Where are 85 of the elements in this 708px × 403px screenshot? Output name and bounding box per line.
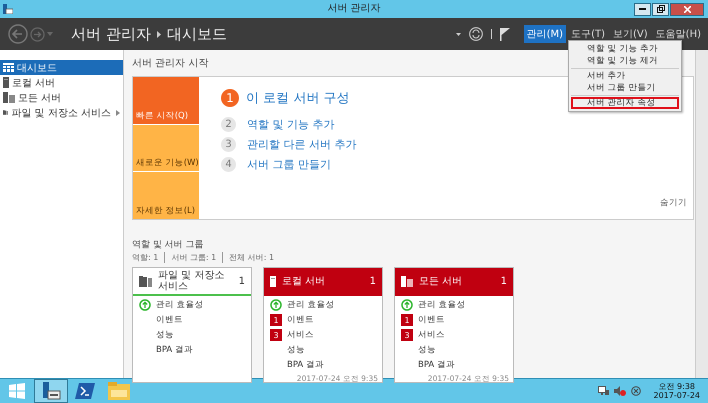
clock-date[interactable]: 2017-07-24: [654, 391, 700, 400]
step-link[interactable]: 관리할 다른 서버 추가: [247, 137, 356, 152]
quick-start-tab[interactable]: 새로운 기능(W): [133, 124, 199, 172]
breadcrumb-separator-icon: [156, 30, 161, 38]
count-badge: 3: [270, 329, 282, 341]
step-number: 1: [221, 89, 239, 107]
menu-item[interactable]: 역할 및 기능 제거: [571, 55, 679, 67]
quick-start-tab[interactable]: 자세한 정보(L): [133, 172, 199, 220]
step-link[interactable]: 역할 및 기능 추가: [247, 117, 334, 132]
restore-icon: [656, 5, 664, 13]
breadcrumb-page: 대시보드: [166, 24, 227, 44]
status-row[interactable]: 이벤트: [418, 314, 445, 326]
sidebar-item[interactable]: 모든 서버: [0, 90, 123, 105]
step-number: 2: [221, 117, 236, 132]
dropdown-arrow-icon[interactable]: [456, 32, 461, 36]
card-header[interactable]: 파일 및 저장소 서비스 1: [133, 268, 251, 296]
status-row[interactable]: BPA 결과: [287, 359, 324, 371]
status-row[interactable]: BPA 결과: [156, 344, 193, 356]
network-icon[interactable]: [598, 386, 608, 396]
count-badge: 3: [401, 329, 413, 341]
menu-item[interactable]: 도움말(H): [652, 25, 704, 43]
servers-icon: [3, 92, 15, 103]
status-row[interactable]: 서비스: [418, 329, 445, 341]
card-header[interactable]: 모든 서버 1: [395, 268, 513, 296]
summary-count: 서버 그룹: 1: [164, 252, 222, 263]
sidebar-item[interactable]: 로컬 서버: [0, 75, 123, 90]
status-row[interactable]: 이벤트: [287, 314, 314, 326]
status-row[interactable]: 관리 효율성: [156, 299, 204, 311]
app-icon: [3, 4, 13, 14]
section-heading: 서버 관리자 시작: [132, 57, 208, 70]
grid-icon: [3, 63, 14, 72]
hide-link[interactable]: 숨기기: [660, 197, 687, 209]
menu-item[interactable]: 보기(V): [610, 25, 651, 43]
window-title: 서버 관리자: [327, 2, 381, 16]
status-row[interactable]: 성능: [156, 329, 174, 341]
close-button[interactable]: [670, 2, 704, 16]
up-arrow-icon: [139, 299, 151, 311]
status-row[interactable]: 서비스: [287, 329, 314, 341]
speaker-muted-icon[interactable]: [614, 386, 626, 396]
minimize-icon: [639, 8, 646, 10]
step-number: 3: [221, 137, 236, 152]
menu-item[interactable]: 서버 추가: [571, 70, 679, 82]
menu-item[interactable]: 역할 및 기능 추가: [571, 43, 679, 55]
up-arrow-icon: [270, 299, 282, 311]
step-link[interactable]: 이 로컬 서버 구성: [246, 89, 350, 107]
restore-button[interactable]: [652, 2, 669, 16]
back-button[interactable]: [8, 24, 28, 44]
minimize-button[interactable]: [634, 2, 651, 16]
sidebar-item[interactable]: 파일 및 저장소 서비스: [0, 105, 123, 120]
sidebar-item[interactable]: 대시보드: [0, 60, 123, 75]
folder-server-icon: [3, 107, 8, 118]
step-link[interactable]: 서버 그룹 만들기: [247, 157, 331, 172]
divider-line: [490, 29, 492, 39]
section-heading: 역할 및 서버 그룹: [132, 239, 205, 251]
servers-icon: [401, 276, 413, 286]
server-icon: [270, 276, 276, 286]
status-row[interactable]: BPA 결과: [418, 359, 455, 371]
close-circle-icon[interactable]: [630, 386, 640, 396]
expand-arrow-icon[interactable]: [116, 110, 120, 116]
card-header[interactable]: 로컬 서버 1: [264, 268, 382, 296]
count-badge: 1: [401, 314, 413, 326]
clock-time[interactable]: 오전 9:38: [658, 382, 695, 391]
refresh-icon[interactable]: [468, 27, 483, 41]
flag-icon[interactable]: [500, 28, 510, 40]
status-row[interactable]: 관리 효율성: [287, 299, 335, 311]
status-row[interactable]: 이벤트: [156, 314, 183, 326]
menu-item[interactable]: 서버 관리자 속성: [571, 97, 679, 109]
role-card[interactable]: 파일 및 저장소 서비스 1 관리 효율성 이벤트 성능 BPA 결과: [132, 267, 252, 383]
count-badge: 1: [270, 314, 282, 326]
menu-item[interactable]: 도구(T): [568, 25, 608, 43]
summary-count: 전체 서버: 1: [222, 252, 280, 263]
menu-item[interactable]: 관리(M): [524, 25, 566, 43]
up-arrow-icon: [401, 299, 413, 311]
close-icon: [684, 6, 690, 12]
summary-count: 역할: 1: [132, 252, 160, 263]
status-row[interactable]: 관리 효율성: [418, 299, 466, 311]
step-number: 4: [221, 157, 236, 172]
server-icon: [3, 77, 9, 88]
status-row[interactable]: 성능: [418, 344, 436, 356]
breadcrumb-app[interactable]: 서버 관리자: [71, 24, 151, 44]
server-manager-icon[interactable]: [34, 379, 68, 403]
menu-item[interactable]: 서버 그룹 만들기: [571, 82, 679, 94]
status-row[interactable]: 성능: [287, 344, 305, 356]
scrollbar[interactable]: [695, 50, 708, 378]
folder-server-icon: [139, 276, 152, 286]
